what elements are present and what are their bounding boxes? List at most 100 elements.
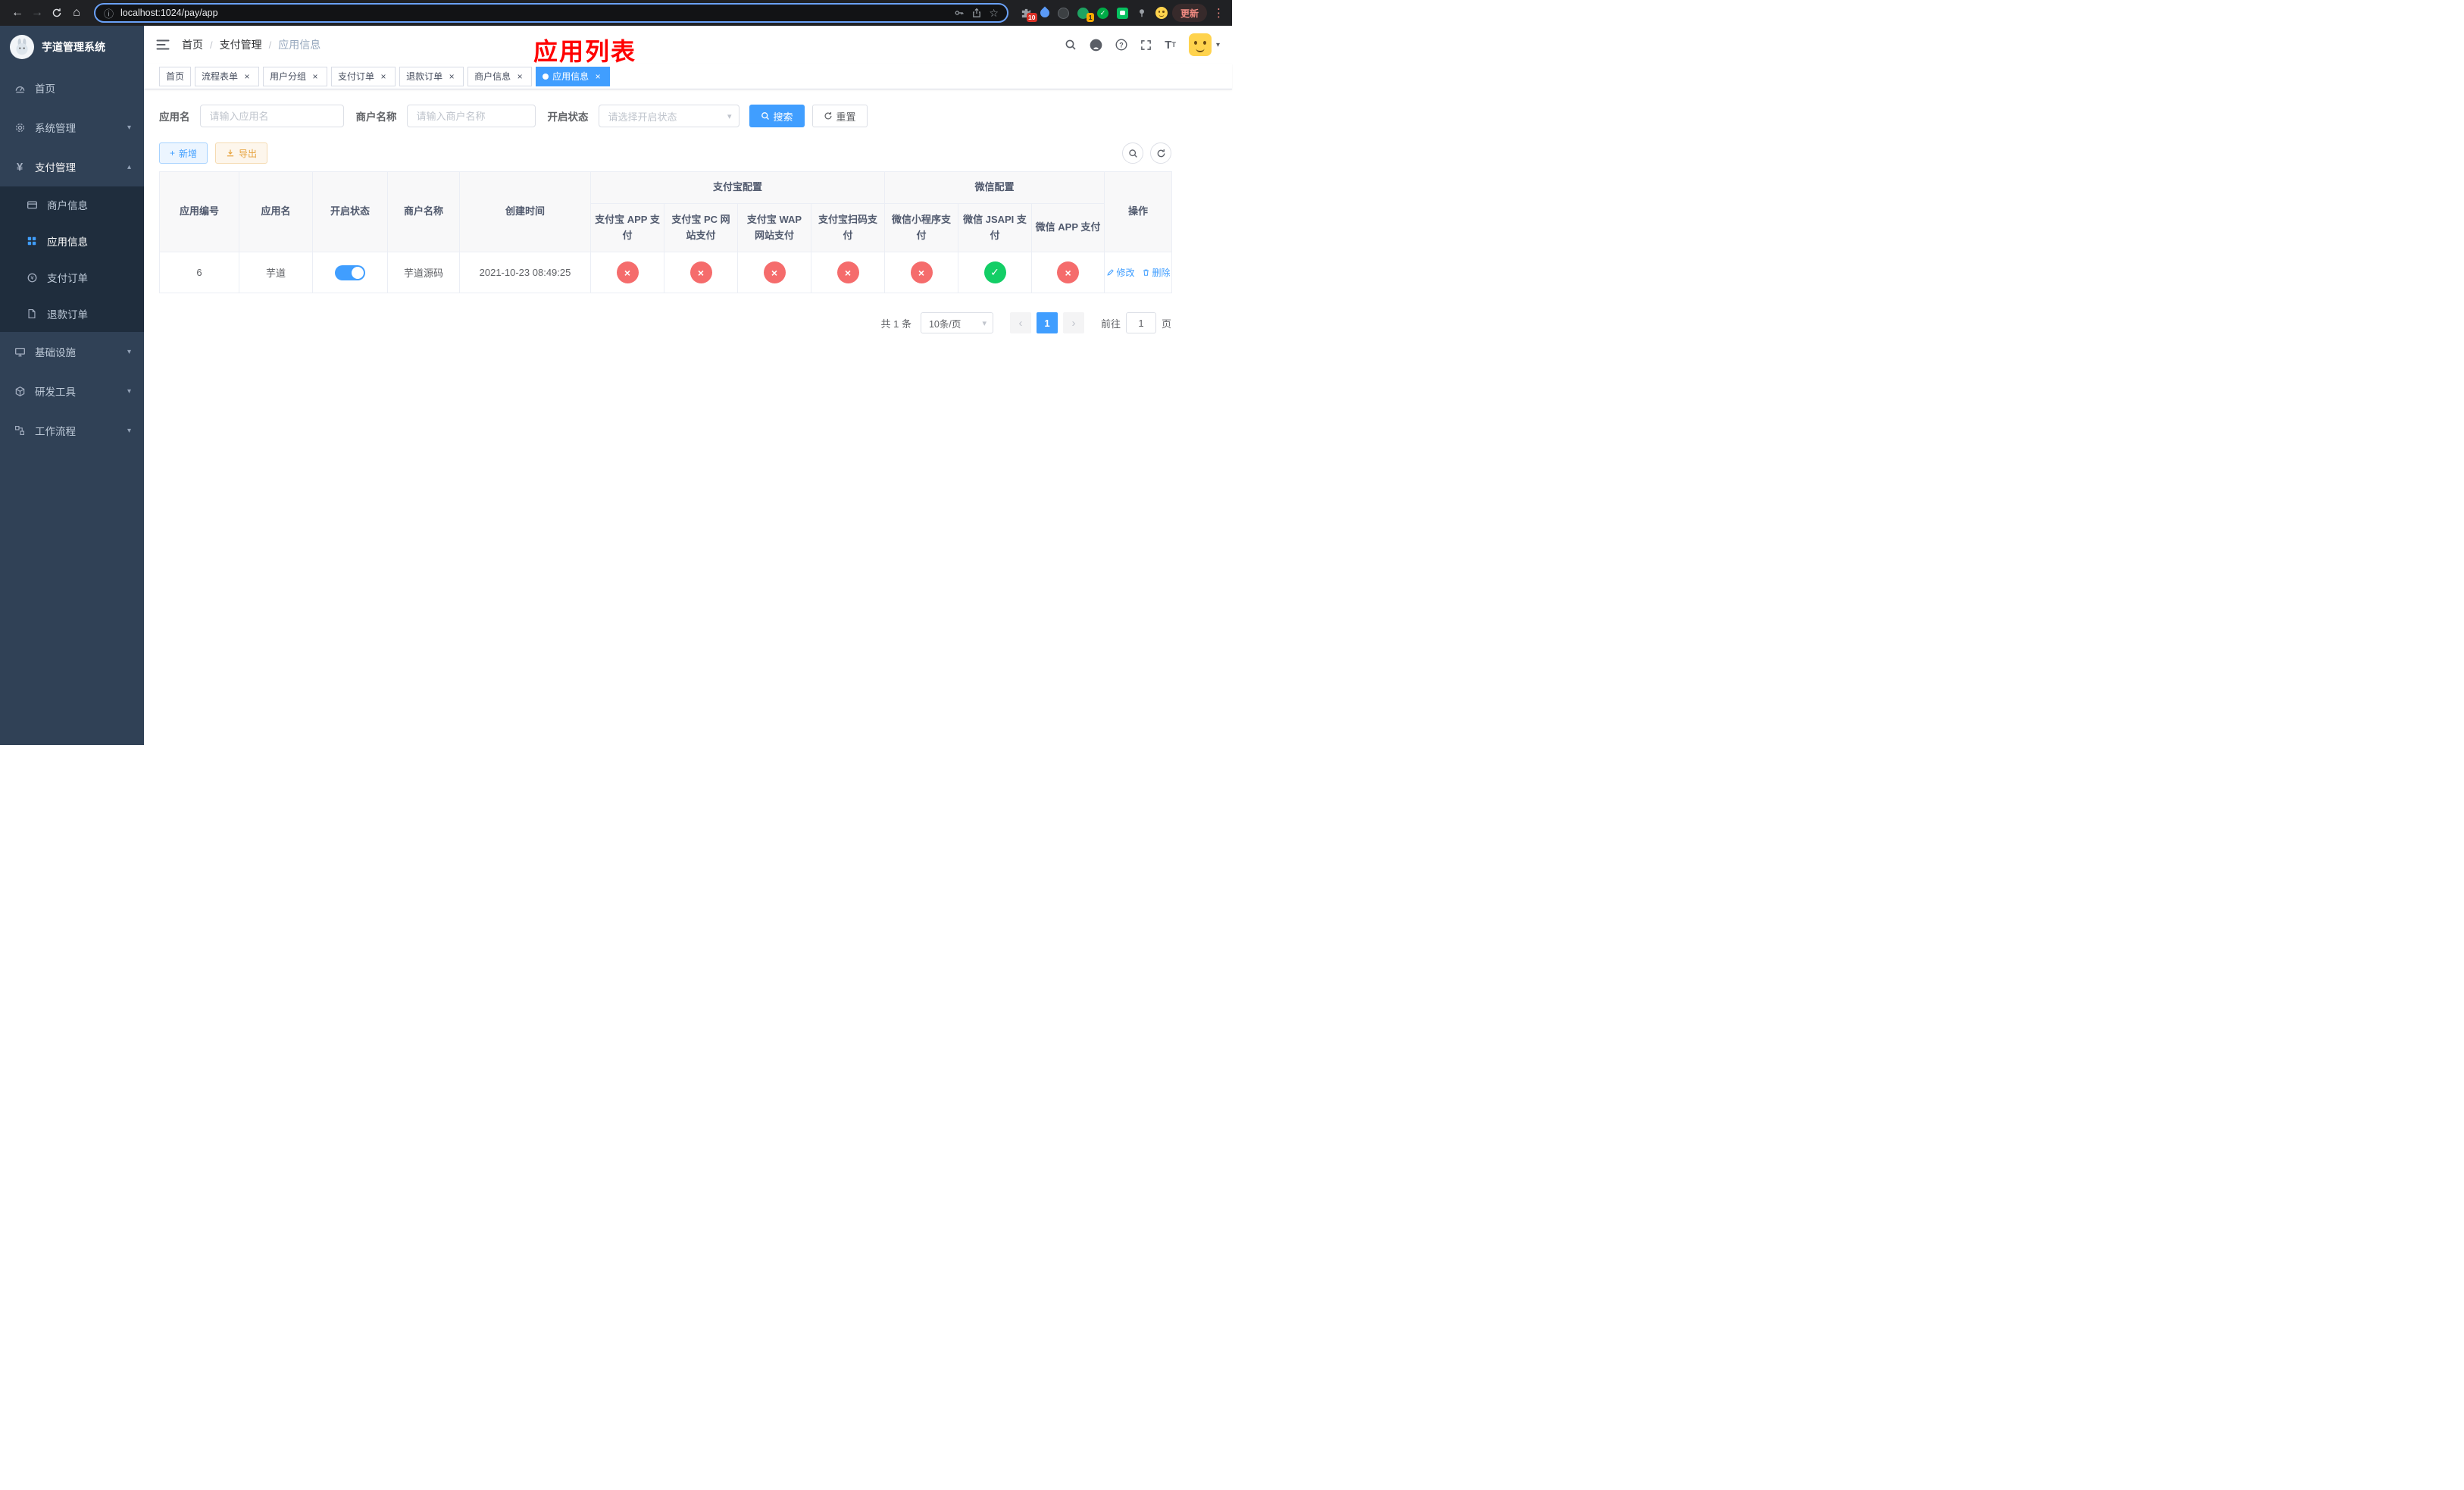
sidebar-logo[interactable]: 芋道管理系统 — [0, 26, 144, 68]
svg-text:¥: ¥ — [30, 276, 33, 281]
breadcrumb-payment[interactable]: 支付管理 — [220, 37, 262, 52]
group-wechat: 微信配置 — [884, 171, 1105, 204]
close-icon[interactable]: × — [446, 71, 457, 82]
site-info-icon[interactable]: ⓘ — [104, 6, 114, 20]
col-alipay-app: 支付宝 APP 支付 — [590, 202, 664, 253]
close-icon[interactable]: × — [593, 71, 603, 82]
forward-button[interactable]: → — [27, 3, 47, 23]
user-avatar[interactable]: ▾ — [1188, 33, 1220, 56]
close-icon[interactable]: × — [310, 71, 321, 82]
chevron-down-icon: ▾ — [127, 123, 131, 132]
chevron-down-icon: ▾ — [127, 387, 131, 396]
col-app-name: 应用名 — [239, 171, 313, 253]
update-button[interactable]: 更新 — [1171, 4, 1207, 22]
merchant-name-input[interactable] — [406, 105, 536, 127]
reload-button[interactable] — [47, 3, 67, 23]
sidebar-item-workflow[interactable]: 工作流程 ▾ — [0, 411, 144, 450]
share-icon[interactable] — [971, 8, 982, 18]
prev-page-button[interactable]: ‹ — [1009, 312, 1031, 334]
close-icon[interactable]: × — [378, 71, 389, 82]
status-select[interactable]: 请选择开启状态 ▾ — [598, 105, 740, 127]
tab-refund-orders[interactable]: 退款订单 × — [399, 66, 464, 86]
next-page-button[interactable]: › — [1062, 312, 1084, 334]
search-icon[interactable] — [1065, 39, 1077, 51]
extension-wechat-icon[interactable] — [1116, 7, 1128, 19]
sidebar-item-payment[interactable]: ¥ 支付管理 ▴ — [0, 147, 144, 186]
total-count: 共 1 条 — [880, 318, 911, 330]
export-button[interactable]: 导出 — [215, 142, 268, 164]
sidebar-item-refund-orders[interactable]: 退款订单 — [0, 296, 144, 332]
sidebar-item-app-info[interactable]: 应用信息 — [0, 223, 144, 259]
alipay-app-status-icon: × — [616, 261, 639, 284]
sidebar-item-dev-tools[interactable]: 研发工具 ▾ — [0, 371, 144, 411]
sidebar-item-merchant-info[interactable]: 商户信息 — [0, 186, 144, 223]
cell-created: 2021-10-23 08:49:25 — [459, 252, 591, 294]
bookmark-star-icon[interactable]: ☆ — [989, 7, 999, 20]
search-button[interactable]: 搜索 — [749, 105, 805, 127]
sidebar-item-pay-orders[interactable]: ¥ 支付订单 — [0, 259, 144, 296]
group-alipay: 支付宝配置 — [589, 171, 886, 204]
extension-check-icon[interactable]: ✓ — [1096, 7, 1108, 19]
breadcrumb-home[interactable]: 首页 — [182, 37, 203, 52]
github-icon[interactable] — [1090, 39, 1102, 52]
close-icon[interactable]: × — [514, 71, 525, 82]
breadcrumb: 首页 / 支付管理 / 应用信息 — [182, 37, 321, 52]
font-size-icon[interactable]: TT — [1165, 39, 1176, 51]
status-label: 开启状态 — [547, 111, 589, 123]
extension-drop-icon[interactable] — [1038, 6, 1052, 20]
yen-icon: ¥ — [16, 160, 23, 174]
back-button[interactable]: ← — [8, 3, 27, 23]
cube-icon — [13, 384, 27, 398]
toggle-search-button[interactable] — [1122, 142, 1143, 164]
sidebar-item-home[interactable]: 首页 — [0, 68, 144, 108]
sidebar-item-system[interactable]: 系统管理 ▾ — [0, 108, 144, 147]
extension-green-badge: 1 — [1087, 13, 1094, 22]
page-size-select[interactable]: 10条/页 ▾ — [920, 312, 993, 334]
col-wx-jsapi: 微信 JSAPI 支付 — [958, 202, 1033, 253]
col-alipay-wap: 支付宝 WAP 网站支付 — [737, 202, 811, 253]
close-icon[interactable]: × — [242, 71, 252, 82]
browser-toolbar: ← → ⌂ ⓘ localhost:1024/pay/app ☆ 10 1 ✓ — [0, 0, 1232, 26]
table-row: 6 芋道 芋道源码 2021-10-23 08:49:25 × × × × × … — [159, 252, 1173, 294]
col-app-id: 应用编号 — [159, 171, 239, 253]
app-name-input[interactable] — [199, 105, 344, 127]
payment-submenu: 商户信息 应用信息 ¥ 支付订单 退款订单 — [0, 186, 144, 332]
page-1-button[interactable]: 1 — [1036, 312, 1058, 334]
col-actions: 操作 — [1104, 171, 1173, 253]
grid-icon — [25, 234, 39, 248]
sidebar-item-infrastructure[interactable]: 基础设施 ▾ — [0, 332, 144, 371]
avatar-caret-icon: ▾ — [1215, 40, 1220, 49]
browser-menu-icon[interactable]: ⋮ — [1213, 6, 1224, 20]
hamburger-icon[interactable] — [155, 37, 170, 52]
extension-dark-icon[interactable] — [1057, 7, 1069, 19]
address-bar[interactable]: ⓘ localhost:1024/pay/app ☆ — [94, 3, 1008, 23]
extension-green-icon[interactable]: 1 — [1077, 7, 1094, 22]
tab-process-form[interactable]: 流程表单 × — [195, 66, 260, 86]
status-toggle[interactable] — [335, 265, 365, 280]
tab-pay-orders[interactable]: 支付订单 × — [331, 66, 396, 86]
wx-mini-status-icon: × — [910, 261, 933, 284]
extensions-puzzle-icon[interactable]: 10 — [1021, 8, 1037, 22]
delete-link[interactable]: 删除 — [1142, 266, 1171, 279]
download-icon — [227, 149, 234, 157]
password-key-icon[interactable] — [954, 8, 965, 18]
extension-emoji-icon[interactable] — [1155, 7, 1168, 19]
edit-link[interactable]: 修改 — [1106, 266, 1135, 279]
goto-page-input[interactable] — [1125, 312, 1156, 334]
help-icon[interactable]: ? — [1115, 39, 1127, 51]
tab-merchant-info[interactable]: 商户信息 × — [467, 66, 533, 86]
tab-app-info[interactable]: 应用信息 × — [536, 66, 611, 86]
filter-form: 应用名 商户名称 开启状态 请选择开启状态 ▾ 搜索 重置 — [159, 105, 1217, 127]
tab-user-group[interactable]: 用户分组 × — [263, 66, 328, 86]
home-button[interactable]: ⌂ — [67, 3, 86, 23]
add-button[interactable]: + 新增 — [159, 142, 208, 164]
tab-home[interactable]: 首页 — [159, 66, 192, 86]
alipay-pc-status-icon: × — [689, 261, 712, 284]
extension-pin-icon[interactable] — [1137, 8, 1147, 18]
refresh-table-button[interactable] — [1150, 142, 1171, 164]
alipay-wap-status-icon: × — [763, 261, 786, 284]
col-alipay-qr: 支付宝扫码支付 — [810, 202, 886, 253]
fullscreen-icon[interactable] — [1140, 39, 1152, 51]
order-circle-icon: ¥ — [25, 271, 39, 284]
reset-button[interactable]: 重置 — [811, 105, 868, 127]
